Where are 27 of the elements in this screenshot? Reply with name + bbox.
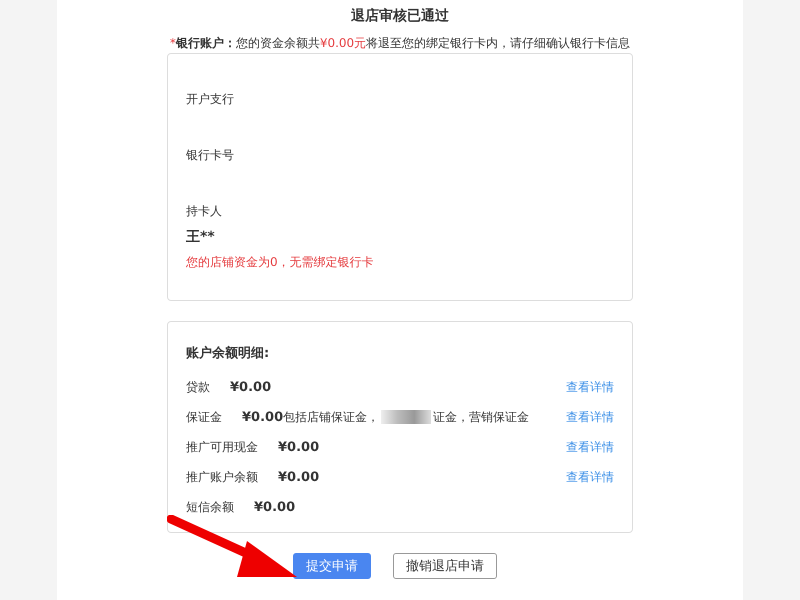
balance-label: 保证金 (186, 408, 222, 426)
balance-amount: ¥0.00 (230, 380, 272, 394)
blurred-block (381, 410, 432, 424)
balance-heading: 账户余额明细: (186, 344, 270, 363)
deposit-note: 证金，营销保证金 (433, 408, 530, 426)
view-details-link[interactable]: 查看详情 (566, 408, 614, 426)
balance-amount: ¥0.00 (242, 410, 284, 424)
field-label: 银行卡号 (186, 147, 234, 164)
balance-amount: ¥0.00 (254, 500, 296, 514)
bank-account-notice: *银行账户：您的资金余额共¥0.00元将退至您的绑定银行卡内，请仔细确认银行卡信息 (168, 35, 632, 52)
balance-amount: ¥0.00 (278, 470, 320, 484)
field-label: 开户支行 (186, 91, 234, 108)
field-value: 王** (186, 228, 215, 247)
page-title: 退店审核已通过 (350, 6, 450, 26)
view-details-link[interactable]: 查看详情 (566, 438, 614, 456)
field-label: 持卡人 (186, 203, 222, 220)
view-details-link[interactable]: 查看详情 (566, 378, 614, 396)
cancel-button[interactable]: 撤销退店申请 (393, 553, 497, 579)
balance-label: 贷款 (186, 378, 210, 396)
view-details-link[interactable]: 查看详情 (566, 468, 614, 486)
balance-amount: ¥0.00 (278, 440, 320, 454)
balance-label: 推广可用现金 (186, 438, 258, 456)
balance-label: 推广账户余额 (186, 468, 258, 486)
balance-label: 短信余额 (186, 498, 234, 516)
submit-button[interactable]: 提交申请 (293, 553, 371, 579)
deposit-note: 包括店铺保证金， (283, 408, 380, 426)
warning-text: 您的店铺资金为0，无需绑定银行卡 (186, 254, 374, 271)
